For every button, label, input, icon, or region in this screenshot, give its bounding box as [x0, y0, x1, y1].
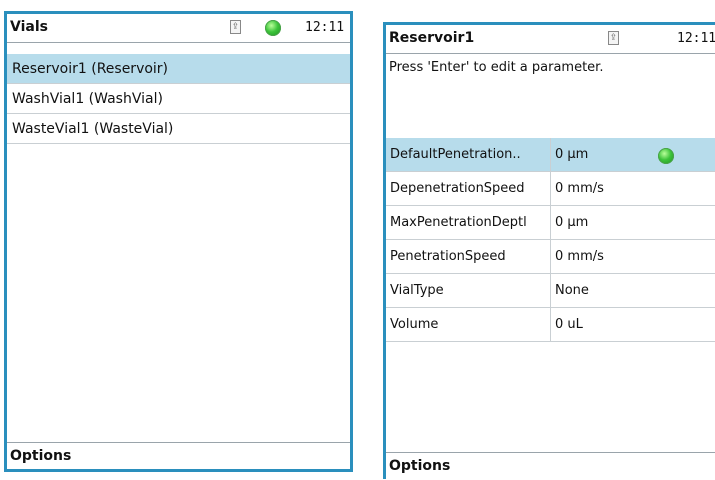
param-name: DepenetrationSpeed: [386, 172, 551, 206]
param-value[interactable]: None: [551, 274, 715, 308]
table-row[interactable]: DefaultPenetration.. 0 µm: [386, 138, 715, 172]
title-bar: Reservoir1 ⇪ 12:11: [386, 25, 715, 54]
param-name: VialType: [386, 274, 551, 308]
usb-icon: ⇪: [608, 31, 619, 45]
options-softkey[interactable]: Options: [7, 442, 350, 469]
clock: 12:11: [305, 20, 344, 35]
param-name: DefaultPenetration..: [386, 138, 551, 172]
param-value[interactable]: 0 µm: [551, 206, 715, 240]
reservoir-screen: Reservoir1 ⇪ 12:11 Press 'Enter' to edit…: [383, 22, 715, 479]
list-item-reservoir1[interactable]: Reservoir1 (Reservoir): [7, 54, 350, 84]
status-led-icon: [265, 20, 281, 36]
options-softkey[interactable]: Options: [386, 452, 715, 479]
screen-title: Reservoir1: [389, 30, 474, 46]
table-row[interactable]: MaxPenetrationDeptl 0 µm: [386, 206, 715, 240]
param-name: Volume: [386, 308, 551, 342]
param-value[interactable]: 0 mm/s: [551, 172, 715, 206]
param-value[interactable]: 0 uL: [551, 308, 715, 342]
table-row[interactable]: VialType None: [386, 274, 715, 308]
param-name: MaxPenetrationDeptl: [386, 206, 551, 240]
status-led-icon: [658, 148, 674, 164]
usb-icon: ⇪: [230, 20, 241, 34]
table-row[interactable]: DepenetrationSpeed 0 mm/s: [386, 172, 715, 206]
list-item-washvial1[interactable]: WashVial1 (WashVial): [7, 84, 350, 114]
screen-title: Vials: [10, 19, 48, 35]
clock: 12:11: [677, 31, 715, 46]
param-value-cell[interactable]: 0 µm: [551, 138, 715, 172]
title-bar: Vials ⇪ 12:11: [7, 14, 350, 43]
instruction-text: Press 'Enter' to edit a parameter.: [389, 60, 603, 75]
table-row[interactable]: PenetrationSpeed 0 mm/s: [386, 240, 715, 274]
list-item-wastevial1[interactable]: WasteVial1 (WasteVial): [7, 114, 350, 144]
vials-screen: Vials ⇪ 12:11 Reservoir1 (Reservoir) Was…: [4, 11, 353, 472]
parameter-table: DefaultPenetration.. 0 µm DepenetrationS…: [386, 138, 715, 342]
param-value[interactable]: 0 mm/s: [551, 240, 715, 274]
table-row[interactable]: Volume 0 uL: [386, 308, 715, 342]
param-value: 0 µm: [555, 147, 588, 162]
param-name: PenetrationSpeed: [386, 240, 551, 274]
